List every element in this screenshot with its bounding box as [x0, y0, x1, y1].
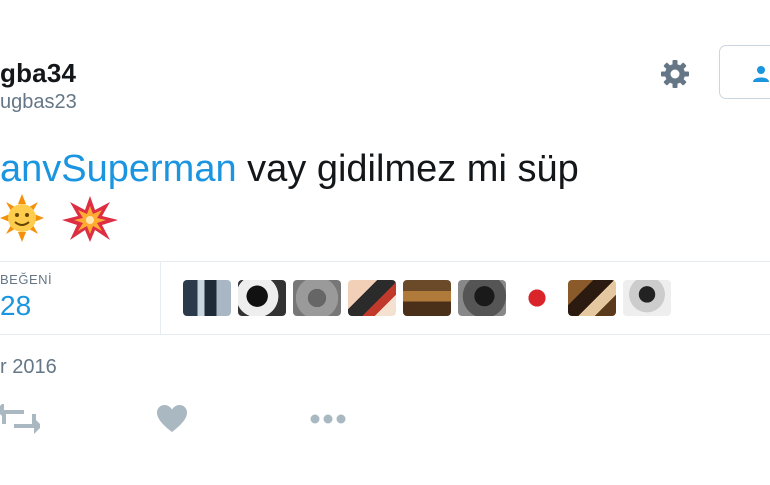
- avatar[interactable]: [183, 280, 231, 316]
- avatar[interactable]: [238, 280, 286, 316]
- divider-top: [0, 261, 770, 262]
- divider-bottom: [0, 334, 770, 335]
- hashtag-link[interactable]: anvSuperman: [0, 148, 237, 190]
- avatar[interactable]: [403, 280, 451, 316]
- emoji-row: [0, 194, 130, 242]
- tweet-date[interactable]: r 2016: [0, 356, 57, 379]
- stats-separator: [160, 262, 161, 334]
- avatar[interactable]: [623, 280, 671, 316]
- likes-label: BEĞENİ: [0, 272, 53, 287]
- follow-button[interactable]: [719, 45, 770, 99]
- heart-icon[interactable]: [156, 404, 188, 434]
- tweet-body: vay gidilmez mi süp: [236, 148, 579, 190]
- avatar[interactable]: [458, 280, 506, 316]
- sun-with-face-emoji: [0, 194, 44, 242]
- user-follow-icon: [752, 64, 770, 82]
- avatar[interactable]: [568, 280, 616, 316]
- collision-emoji: [62, 196, 118, 242]
- likes-count[interactable]: 28: [0, 290, 31, 322]
- liker-avatars: [183, 280, 671, 316]
- retweet-icon[interactable]: [0, 402, 42, 434]
- display-name[interactable]: gba34: [0, 58, 76, 89]
- gear-icon[interactable]: [658, 57, 692, 91]
- avatar[interactable]: [293, 280, 341, 316]
- avatar[interactable]: [348, 280, 396, 316]
- user-handle[interactable]: ugbas23: [0, 91, 77, 114]
- more-dots-icon[interactable]: [309, 404, 349, 434]
- avatar[interactable]: [513, 280, 561, 316]
- tweet-text: anvSuperman vay gidilmez mi süp: [0, 146, 579, 192]
